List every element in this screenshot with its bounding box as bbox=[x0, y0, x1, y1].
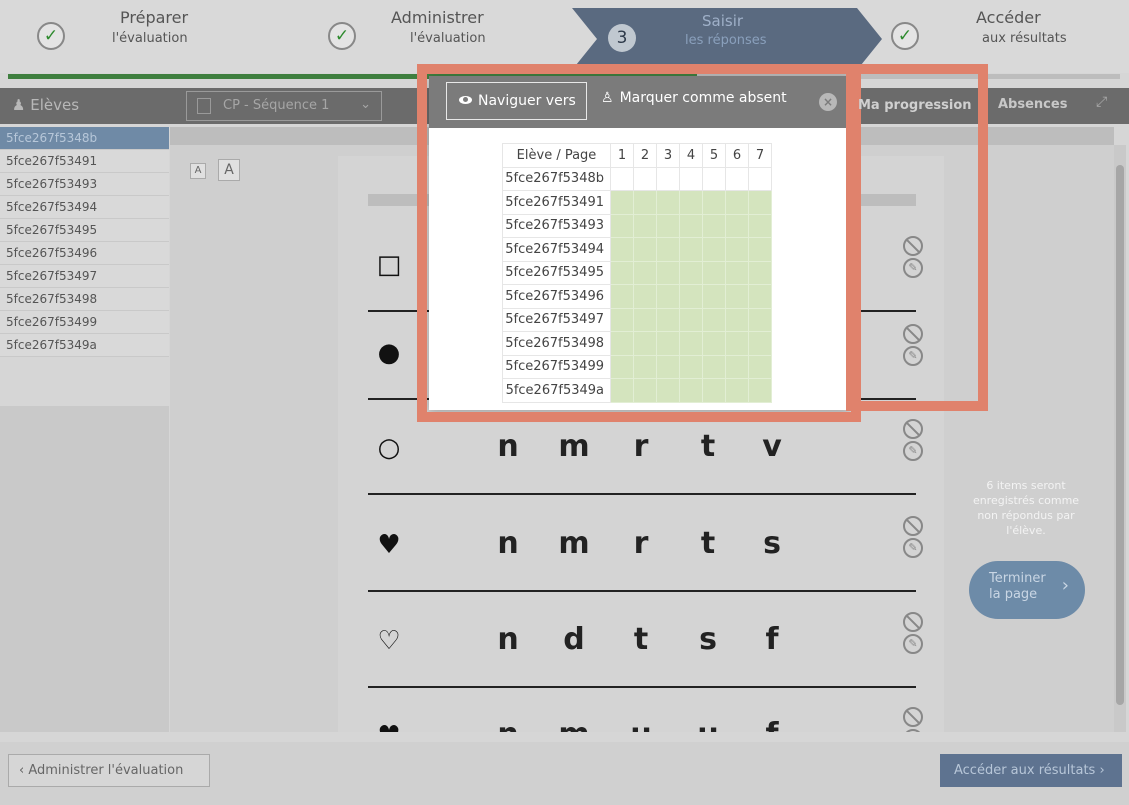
step-prepare[interactable]: ✓ Préparer l'évaluation bbox=[0, 0, 290, 73]
answer-letter[interactable]: v bbox=[752, 429, 792, 464]
step-subtitle: aux résultats bbox=[982, 31, 1067, 46]
answer-letter[interactable]: n bbox=[488, 717, 528, 732]
student-item[interactable]: 5fce267f53493 bbox=[0, 173, 169, 196]
answer-letter[interactable]: m bbox=[554, 429, 594, 464]
font-decrease-button[interactable]: A bbox=[190, 163, 206, 179]
unanswered-note: 6 items seront enregistrés comme non rép… bbox=[972, 479, 1080, 537]
sequence-label: CP - Séquence 1 bbox=[223, 98, 330, 113]
absences-button[interactable]: Absences bbox=[998, 97, 1067, 112]
answer-letter[interactable]: n bbox=[488, 429, 528, 464]
no-answer-icon[interactable] bbox=[903, 707, 923, 727]
step-administer[interactable]: ✓ Administrer l'évaluation bbox=[290, 0, 570, 73]
student-item[interactable]: 5fce267f53491 bbox=[0, 150, 169, 173]
no-answer-icon[interactable] bbox=[903, 612, 923, 632]
check-icon: ✓ bbox=[37, 22, 65, 50]
step-title: Accéder bbox=[976, 8, 1041, 27]
chevron-left-icon: ‹ bbox=[19, 763, 29, 778]
edit-icon[interactable]: ✎ bbox=[903, 538, 923, 558]
next-button[interactable]: Accéder aux résultats › bbox=[940, 754, 1122, 787]
row-symbol: □ bbox=[376, 250, 402, 280]
no-answer-icon[interactable] bbox=[903, 419, 923, 439]
next-label: Accéder aux résultats bbox=[954, 763, 1096, 778]
student-item[interactable]: 5fce267f53494 bbox=[0, 196, 169, 219]
student-icon: ♟ bbox=[12, 96, 26, 114]
row-symbol: ○ bbox=[377, 433, 401, 463]
answer-letter[interactable]: m bbox=[554, 526, 594, 561]
answer-letter[interactable]: u bbox=[688, 717, 728, 732]
answer-letter[interactable]: r bbox=[621, 429, 661, 464]
row-symbol: ♥ bbox=[374, 721, 404, 732]
finish-label-1: Terminer bbox=[989, 571, 1046, 586]
answer-letter[interactable]: m bbox=[554, 717, 594, 732]
edit-icon[interactable]: ✎ bbox=[903, 634, 923, 654]
back-label: Administrer l'évaluation bbox=[28, 763, 184, 778]
row-symbol: ♥ bbox=[377, 530, 401, 560]
answer-letter[interactable]: d bbox=[554, 622, 594, 657]
row-separator bbox=[368, 493, 916, 495]
answer-letter[interactable]: u bbox=[621, 717, 661, 732]
student-list: 5fce267f5348b 5fce267f53491 5fce267f53493 5… bbox=[0, 127, 169, 357]
answer-letter[interactable]: t bbox=[621, 622, 661, 657]
student-item[interactable]: 5fce267f53496 bbox=[0, 242, 169, 265]
check-icon: ✓ bbox=[891, 22, 919, 50]
exercise-row: ♥ n m r t s ✎ bbox=[338, 498, 944, 594]
back-button[interactable]: ‹ Administrer l'évaluation bbox=[8, 754, 210, 787]
row-separator bbox=[368, 686, 916, 688]
answer-letter[interactable]: n bbox=[488, 526, 528, 561]
finish-label-2: la page bbox=[989, 587, 1038, 602]
step-title: Préparer bbox=[120, 8, 189, 27]
student-item[interactable]: 5fce267f53499 bbox=[0, 311, 169, 334]
font-increase-button[interactable]: A bbox=[218, 159, 240, 181]
my-progress-button[interactable]: Ma progression bbox=[858, 98, 972, 113]
answer-letter[interactable]: t bbox=[688, 429, 728, 464]
student-item[interactable]: 5fce267f53495 bbox=[0, 219, 169, 242]
edit-icon[interactable]: ✎ bbox=[903, 729, 923, 732]
chevron-down-icon: ⌄ bbox=[360, 97, 371, 112]
step-number: 3 bbox=[608, 24, 636, 52]
answer-letter[interactable]: r bbox=[621, 526, 661, 561]
step-subtitle: l'évaluation bbox=[410, 31, 486, 46]
exercise-row: ♡ n d t s f ✎ bbox=[338, 594, 944, 690]
step-results[interactable]: ✓ Accéder aux résultats bbox=[882, 0, 1129, 73]
students-header: ♟ Elèves bbox=[0, 88, 170, 124]
finish-page-button[interactable]: Terminer la page › bbox=[969, 561, 1085, 619]
student-item[interactable]: 5fce267f53497 bbox=[0, 265, 169, 288]
answer-letter[interactable]: t bbox=[688, 526, 728, 561]
step-enter-answers[interactable]: 3 Saisir les réponses bbox=[572, 8, 882, 70]
check-icon: ✓ bbox=[328, 22, 356, 50]
expand-icon[interactable]: ⤢ bbox=[1096, 94, 1107, 110]
no-answer-icon[interactable] bbox=[903, 516, 923, 536]
student-item[interactable]: 5fce267f53498 bbox=[0, 288, 169, 311]
answer-letter[interactable]: f bbox=[752, 622, 792, 657]
wizard-stepper: ✓ Préparer l'évaluation ✓ Administrer l'… bbox=[0, 0, 1129, 73]
answer-letter[interactable]: s bbox=[752, 526, 792, 561]
students-title: Elèves bbox=[30, 96, 80, 114]
sequence-select[interactable]: CP - Séquence 1 ⌄ bbox=[186, 91, 382, 121]
row-separator bbox=[368, 590, 916, 592]
exercise-row: ♥ n m u u f ✎ bbox=[338, 689, 944, 732]
highlight-popup bbox=[417, 64, 861, 422]
step-title: Saisir bbox=[702, 12, 744, 30]
student-item[interactable]: 5fce267f5349a bbox=[0, 334, 169, 357]
step-subtitle: l'évaluation bbox=[112, 31, 188, 46]
chevron-right-icon: › bbox=[1099, 763, 1105, 778]
sidebar-empty-area bbox=[0, 406, 169, 732]
document-icon bbox=[197, 98, 211, 114]
step-subtitle: les réponses bbox=[685, 33, 767, 48]
answer-letter[interactable]: f bbox=[752, 717, 792, 732]
edit-icon[interactable]: ✎ bbox=[903, 441, 923, 461]
scrollbar-thumb[interactable] bbox=[1116, 165, 1124, 705]
row-symbol: ● bbox=[377, 338, 401, 368]
student-item[interactable]: 5fce267f5348b bbox=[0, 127, 169, 150]
chevron-right-icon: › bbox=[1061, 575, 1069, 596]
answer-letter[interactable]: s bbox=[688, 622, 728, 657]
answer-letter[interactable]: n bbox=[488, 622, 528, 657]
scrollbar[interactable] bbox=[1114, 145, 1126, 732]
step-title: Administrer bbox=[391, 8, 484, 27]
highlight-progression bbox=[846, 64, 988, 411]
row-symbol: ♡ bbox=[377, 626, 401, 656]
